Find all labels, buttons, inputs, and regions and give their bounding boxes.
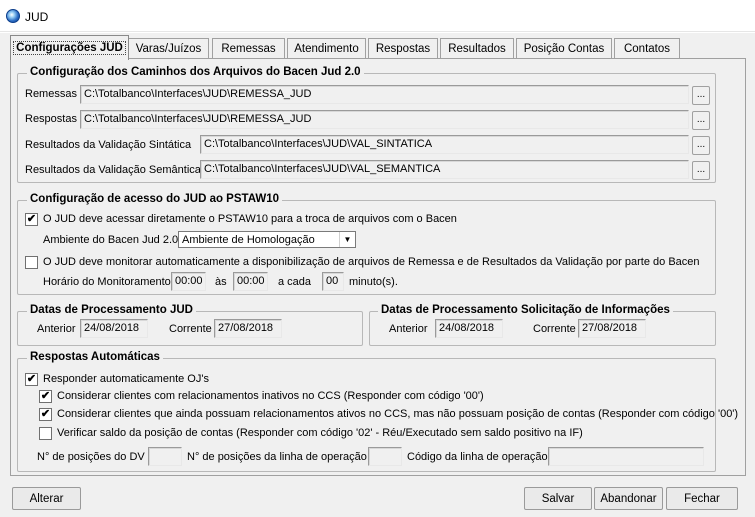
app-icon (6, 9, 20, 23)
dates-jud-corrente-field[interactable]: 27/08/2018 (214, 319, 282, 338)
codigo-label: Código da linha de operação (407, 451, 548, 463)
dates-jud-anterior-field[interactable]: 24/08/2018 (80, 319, 148, 338)
dates-info-group-title: Datas de Processamento Solicitação de In… (378, 304, 673, 316)
check-icon: ✔ (40, 408, 51, 420)
check-icon: ✔ (40, 390, 51, 402)
semantica-browse-button[interactable]: ... (692, 161, 710, 180)
tab-atendimento[interactable]: Atendimento (287, 38, 366, 59)
dv-label: N° de posições do DV (37, 451, 145, 463)
dates-info-anterior-field[interactable]: 24/08/2018 (435, 319, 503, 338)
dates-info-corrente-field[interactable]: 27/08/2018 (578, 319, 646, 338)
remessas-browse-button[interactable]: ... (692, 86, 710, 105)
tab-label: Varas/Juízos (135, 43, 202, 55)
tab-label: Atendimento (294, 43, 359, 55)
interval-field[interactable]: 00 (322, 272, 344, 291)
ativos-label: Considerar clientes que ainda possuam re… (57, 408, 739, 420)
inativos-checkbox[interactable]: ✔ (39, 390, 52, 403)
sintatica-path-field[interactable]: C:\Totalbanco\Interfaces\JUD\VAL_SINTATI… (200, 135, 689, 154)
ambiente-select[interactable]: Ambiente de Homologação ▼ (178, 231, 356, 248)
chevron-down-icon[interactable]: ▼ (339, 232, 355, 247)
saldo-checkbox[interactable] (39, 427, 52, 440)
cada-label: a cada (278, 276, 312, 288)
dates-jud-group-title: Datas de Processamento JUD (27, 304, 196, 316)
abandonar-button[interactable]: Abandonar (594, 487, 663, 510)
as-label: às (215, 276, 227, 288)
linha-field[interactable] (368, 447, 402, 466)
check-icon: ✔ (26, 373, 37, 385)
respostas-label: Respostas (25, 113, 77, 125)
tab-label: Configurações JUD (13, 41, 126, 55)
dates-info-corrente-label: Corrente (533, 323, 576, 335)
title-bar: JUD (0, 0, 755, 32)
tab-configuracoes-jud[interactable]: Configurações JUD (10, 35, 129, 60)
tab-label: Resultados (448, 43, 506, 55)
saldo-label: Verificar saldo da posição de contas (Re… (57, 427, 583, 439)
fechar-button[interactable]: Fechar (666, 487, 738, 510)
tab-respostas[interactable]: Respostas (368, 38, 438, 59)
respostas-browse-button[interactable]: ... (692, 111, 710, 130)
monitor-label: O JUD deve monitorar automaticamente a d… (43, 256, 700, 268)
paths-group-title: Configuração dos Caminhos dos Arquivos d… (27, 66, 364, 78)
check-icon: ✔ (26, 213, 37, 225)
linha-label: N° de posições da linha de operação (187, 451, 367, 463)
ativos-checkbox[interactable]: ✔ (39, 408, 52, 421)
tab-remessas[interactable]: Remessas (212, 38, 285, 59)
minutos-label: minuto(s). (349, 276, 398, 288)
ambiente-selected-value: Ambiente de Homologação (182, 233, 315, 246)
sintatica-label: Resultados da Validação Sintática (25, 139, 192, 151)
sintatica-browse-button[interactable]: ... (692, 136, 710, 155)
start-time-field[interactable]: 00:00 (171, 272, 206, 291)
direct-access-label: O JUD deve acessar diretamente o PSTAW10… (43, 213, 457, 225)
tab-varas-juizos[interactable]: Varas/Juízos (128, 38, 209, 59)
window-title: JUD (25, 10, 49, 24)
dates-info-anterior-label: Anterior (389, 323, 428, 335)
responder-checkbox[interactable]: ✔ (25, 373, 38, 386)
auto-group-title: Respostas Automáticas (27, 351, 163, 363)
ambiente-label: Ambiente do Bacen Jud 2.0 (43, 234, 179, 246)
alterar-button[interactable]: Alterar (12, 487, 81, 510)
tab-resultados[interactable]: Resultados (440, 38, 514, 59)
remessas-label: Remessas (25, 88, 77, 100)
codigo-field[interactable] (548, 447, 704, 466)
respostas-path-field[interactable]: C:\Totalbanco\Interfaces\JUD\REMESSA_JUD (80, 110, 689, 129)
salvar-button[interactable]: Salvar (524, 487, 592, 510)
responder-label: Responder automaticamente OJ's (43, 373, 209, 385)
tab-posicao-contas[interactable]: Posição Contas (516, 38, 612, 59)
dates-jud-corrente-label: Corrente (169, 323, 212, 335)
direct-access-checkbox[interactable]: ✔ (25, 213, 38, 226)
tab-label: Posição Contas (523, 43, 605, 55)
tab-label: Respostas (375, 43, 431, 55)
tab-label: Remessas (221, 43, 276, 55)
remessas-path-field[interactable]: C:\Totalbanco\Interfaces\JUD\REMESSA_JUD (80, 85, 689, 104)
dv-field[interactable] (148, 447, 182, 466)
tab-label: Contatos (623, 43, 671, 55)
end-time-field[interactable]: 00:00 (233, 272, 268, 291)
semantica-path-field[interactable]: C:\Totalbanco\Interfaces\JUD\VAL_SEMANTI… (200, 160, 689, 179)
semantica-label: Resultados da Validação Semântica (25, 164, 201, 176)
inativos-label: Considerar clientes com relacionamentos … (57, 390, 484, 402)
horario-label: Horário do Monitoramento (43, 276, 171, 288)
access-group-title: Configuração de acesso do JUD ao PSTAW10 (27, 193, 283, 205)
tab-contatos[interactable]: Contatos (614, 38, 680, 59)
monitor-checkbox[interactable] (25, 256, 38, 269)
dates-jud-anterior-label: Anterior (37, 323, 76, 335)
